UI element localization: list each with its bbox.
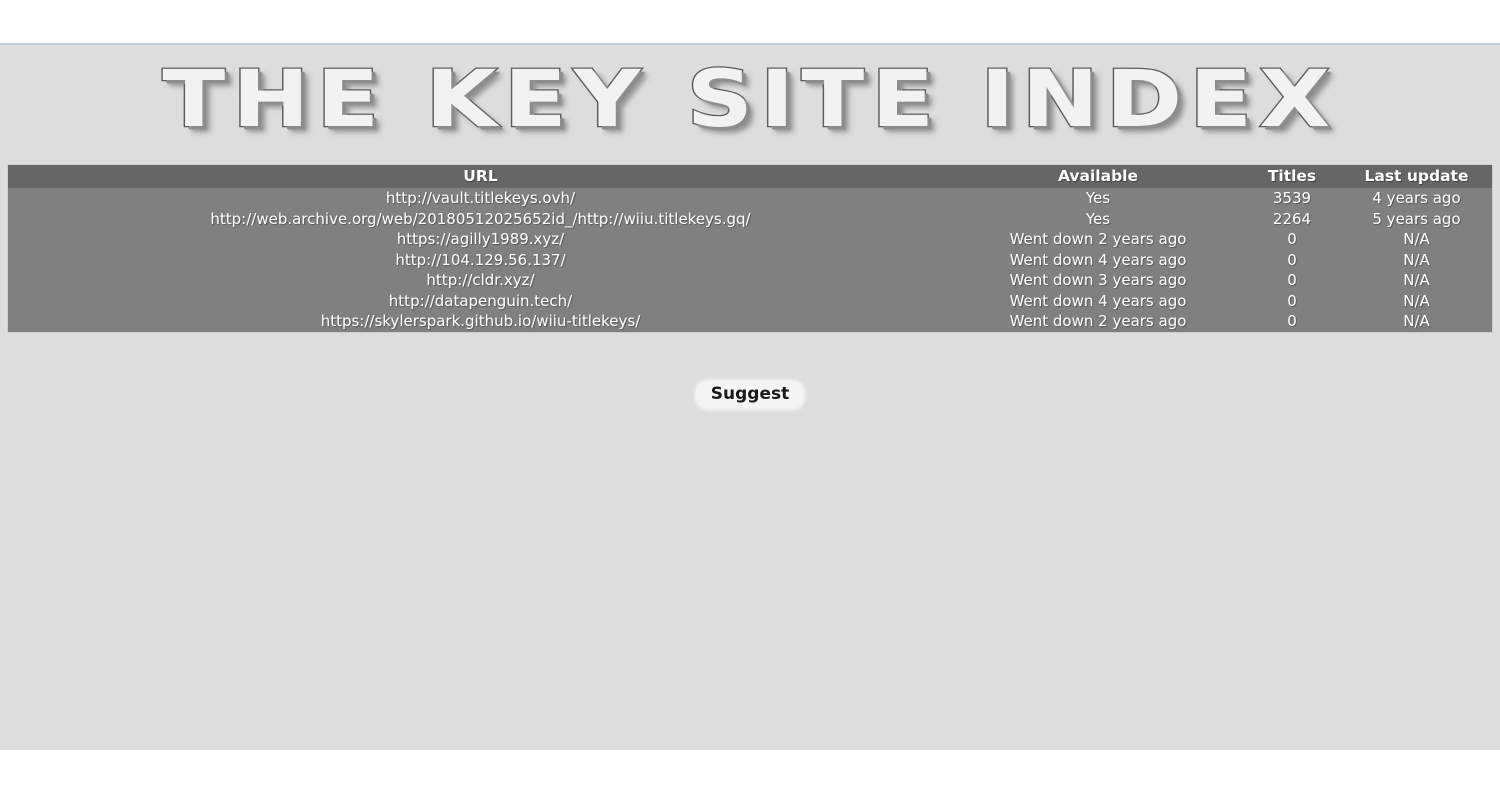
cell-url[interactable]: http://web.archive.org/web/2018051202565… (8, 209, 953, 230)
cell-titles: 0 (1287, 312, 1297, 331)
cell-last_update: N/A (1403, 230, 1430, 249)
page-viewport: THE KEY SITE INDEX URL Available Titles … (0, 46, 1500, 750)
table-body: http://vault.titlekeys.ovh/Yes 3539 4 year… (8, 188, 1492, 332)
cell-last_update: N/A (1403, 271, 1430, 290)
cell-titles: 0 (1287, 250, 1297, 269)
cell-available: Went down 2 years ago (1009, 312, 1187, 331)
table-row[interactable]: http://web.archive.org/web/2018051202565… (8, 208, 1492, 230)
column-header-last-update[interactable]: Last update (1341, 165, 1492, 188)
cell-titles: 3539 (1272, 189, 1312, 208)
site-title-banner: THE KEY SITE INDEX (0, 46, 1500, 153)
table-row[interactable]: https://agilly1989.xyz/Went down 2 years… (8, 229, 1492, 250)
table-header-row: URL Available Titles Last update (8, 165, 1492, 188)
table-row[interactable]: https://skylerspark.github.io/wiiu-title… (8, 311, 1492, 332)
table-row[interactable]: http://vault.titlekeys.ovh/Yes 3539 4 year… (8, 188, 1492, 209)
page-title: THE KEY SITE INDEX (161, 54, 1338, 145)
cell-last_update: 5 years ago (1372, 209, 1461, 228)
cell-titles: 2264 (1272, 209, 1312, 228)
page-footer-white (0, 750, 1500, 800)
key-site-index-table: URL Available Titles Last update http://… (8, 165, 1492, 332)
column-header-titles[interactable]: Titles (1243, 165, 1341, 188)
browser-chrome-strip (0, 0, 1500, 43)
cell-last_update: N/A (1403, 312, 1430, 331)
cell-available: Yes (1085, 189, 1111, 208)
cell-available: Went down 4 years ago (1009, 291, 1187, 310)
cell-url[interactable]: http://cldr.xyz/ (8, 270, 953, 291)
column-header-url[interactable]: URL (8, 165, 953, 188)
cell-url[interactable]: http://vault.titlekeys.ovh/ (8, 188, 953, 209)
cell-titles: 0 (1287, 271, 1297, 290)
cell-url[interactable]: https://skylerspark.github.io/wiiu-title… (8, 311, 953, 332)
cell-url[interactable]: https://agilly1989.xyz/ (8, 229, 953, 250)
cell-titles: 0 (1287, 291, 1297, 310)
cell-titles: 0 (1287, 230, 1297, 249)
table-row[interactable]: http://datapenguin.tech/Went down 4 year… (8, 290, 1492, 312)
cell-url[interactable]: http://104.129.56.137/ (8, 250, 953, 271)
table-row[interactable]: http://104.129.56.137/Went down 4 years … (8, 249, 1492, 271)
suggest-action-row: Suggest (0, 382, 1500, 408)
cell-last_update: 4 years ago (1372, 189, 1461, 208)
table-row[interactable]: http://cldr.xyz/Went down 3 years ago 0 N/… (8, 270, 1492, 291)
cell-available: Went down 4 years ago (1009, 250, 1187, 269)
cell-available: Yes (1085, 209, 1111, 228)
suggest-button[interactable]: Suggest (696, 382, 804, 408)
cell-last_update: N/A (1403, 250, 1430, 269)
cell-last_update: N/A (1403, 291, 1430, 310)
cell-available: Went down 2 years ago (1009, 230, 1187, 249)
column-header-available[interactable]: Available (953, 165, 1243, 188)
cell-url[interactable]: http://datapenguin.tech/ (8, 291, 953, 312)
cell-available: Went down 3 years ago (1009, 271, 1187, 290)
table-head: URL Available Titles Last update (8, 165, 1492, 188)
